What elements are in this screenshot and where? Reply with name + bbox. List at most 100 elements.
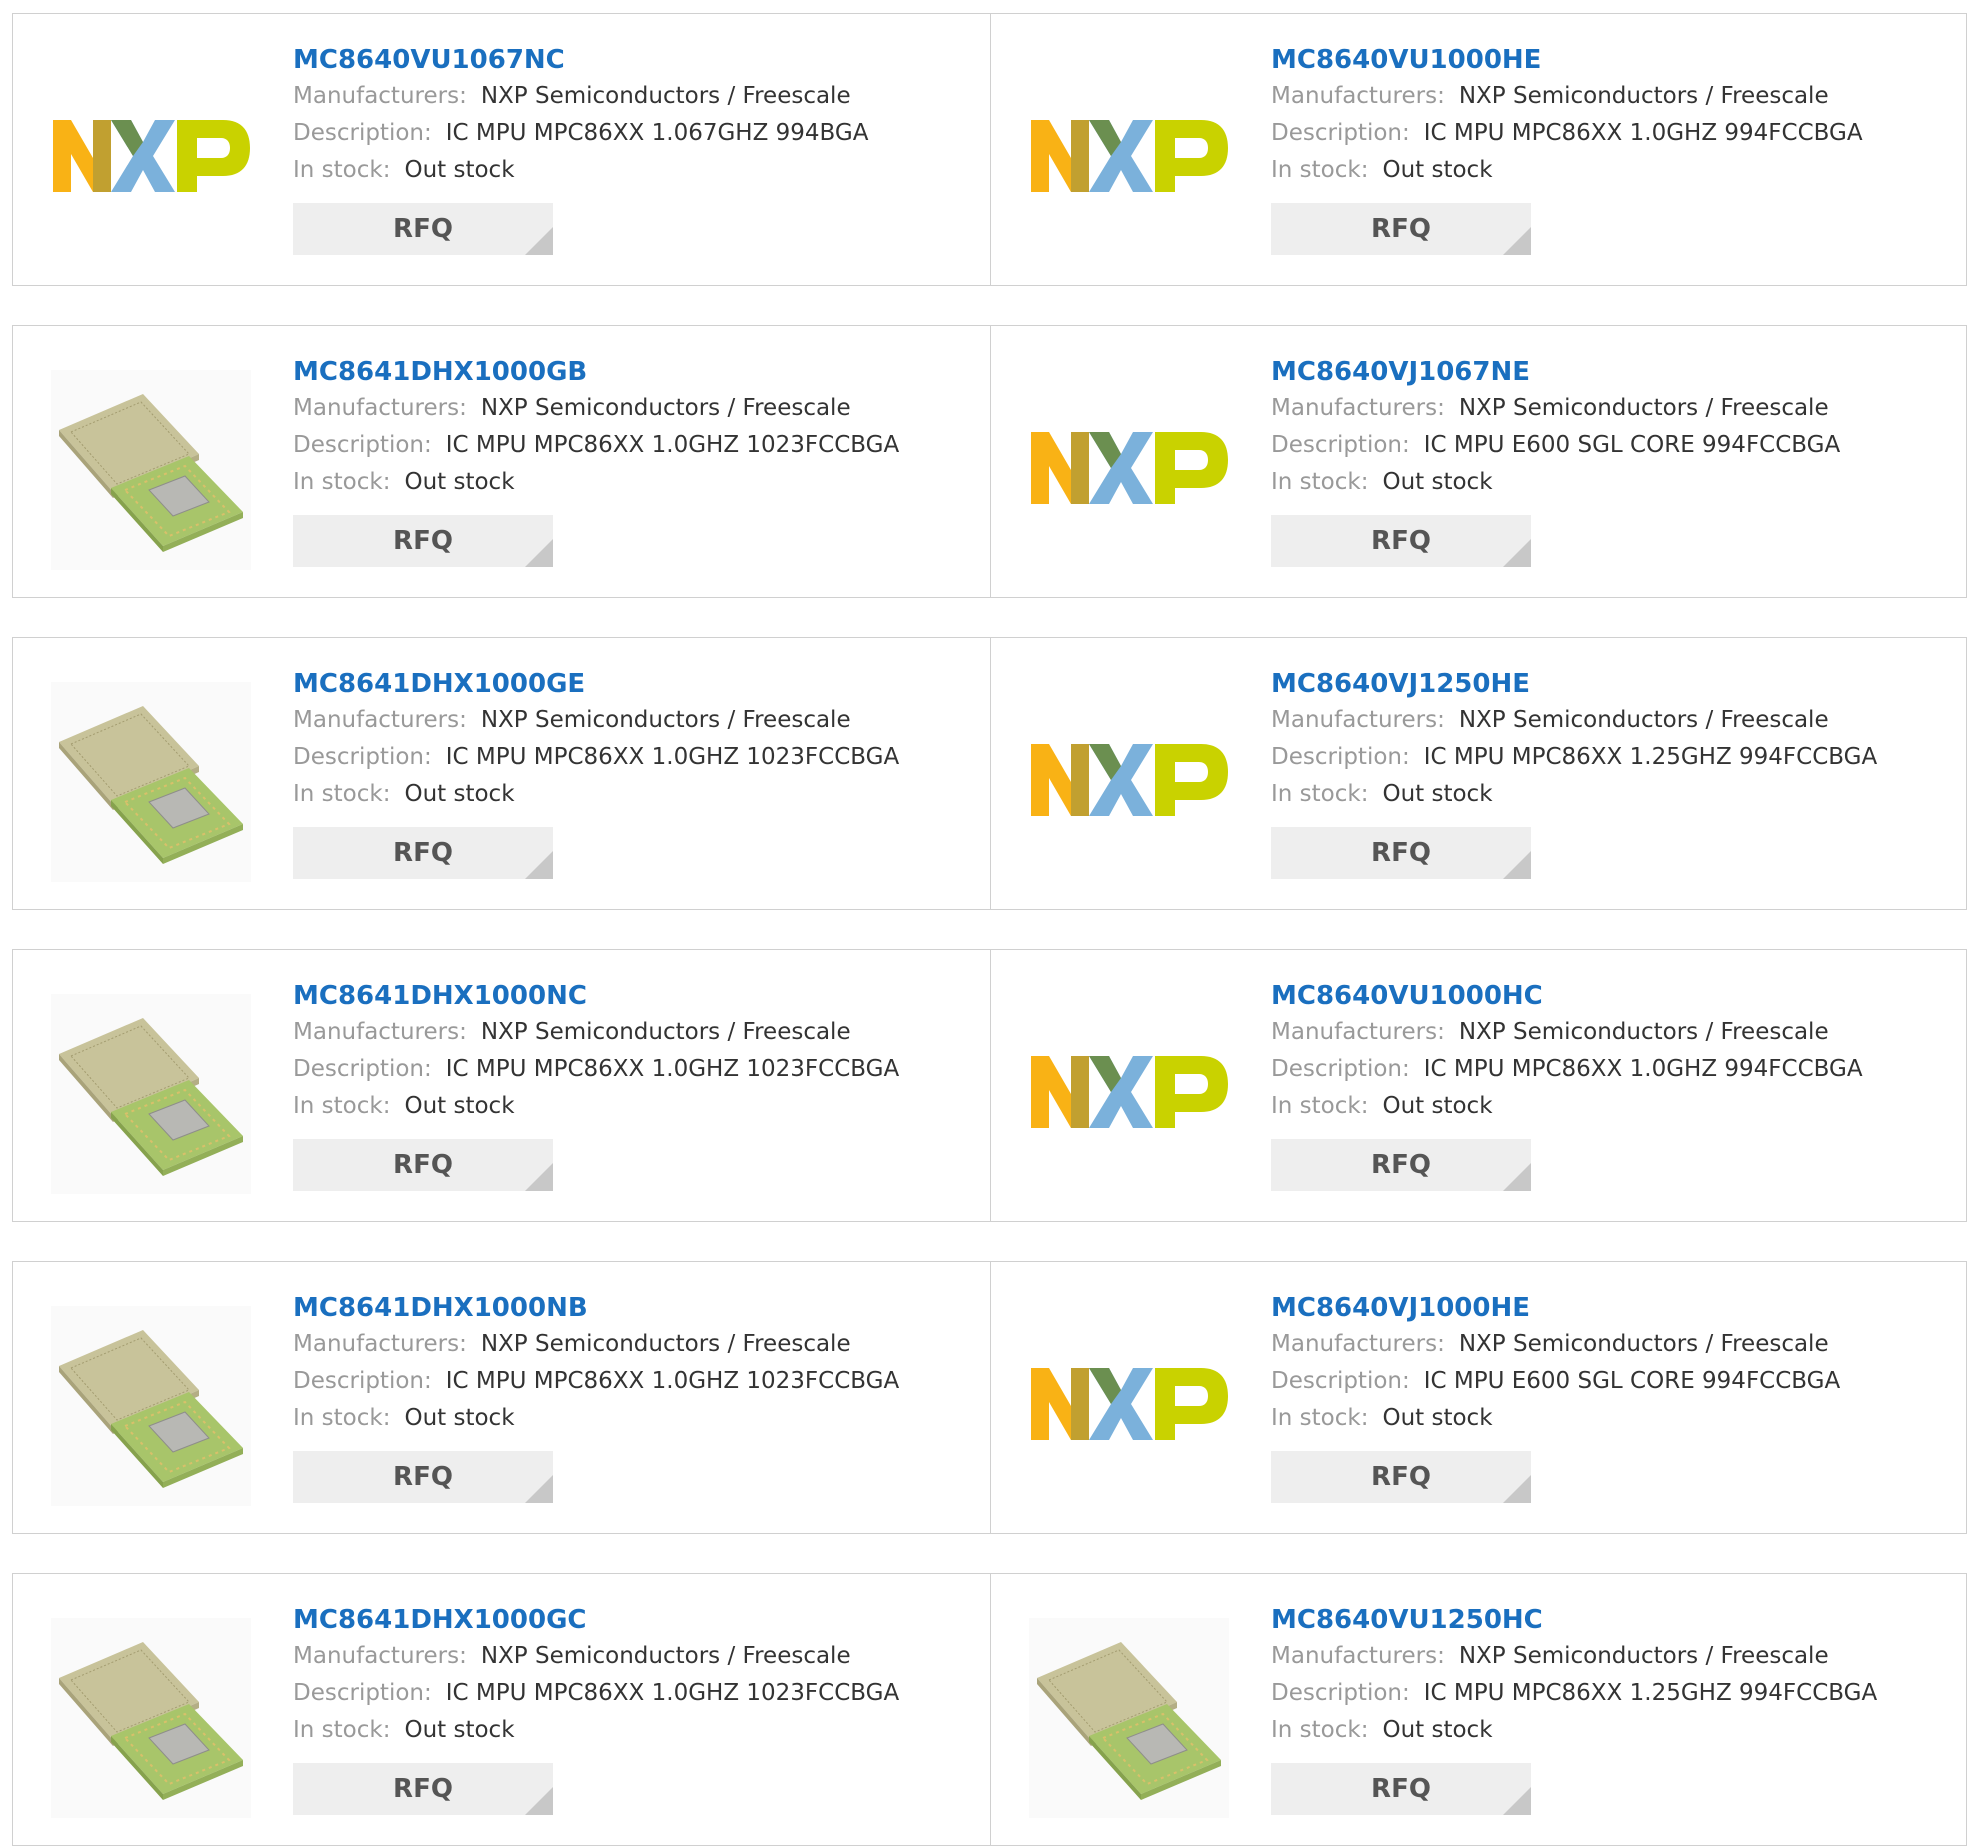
description-value: IC MPU MPC86XX 1.0GHZ 1023FCCBGA <box>445 1056 900 1082</box>
product-info: MC8640VJ1000HE Manufacturers: NXP Semicon… <box>1271 1290 1840 1503</box>
product-card: MC8640VJ1250HE Manufacturers: NXP Semicon… <box>990 638 1966 909</box>
product-info: MC8640VJ1250HE Manufacturers: NXP Semicon… <box>1271 666 1877 879</box>
product-part-link[interactable]: MC8641DHX1000NC <box>293 978 899 1014</box>
product-card: MC8641DHX1000GE Manufacturers: NXP Semico… <box>13 638 990 909</box>
rfq-corner-decoration <box>1503 1475 1531 1503</box>
rfq-corner-decoration <box>525 1475 553 1503</box>
rfq-corner-decoration <box>1503 227 1531 255</box>
stock-value: Out stock <box>1382 1093 1493 1119</box>
product-part-link[interactable]: MC8641DHX1000NB <box>293 1290 899 1326</box>
manufacturer-value: NXP Semiconductors / Freescale <box>1458 395 1829 421</box>
product-info: MC8641DHX1000GE Manufacturers: NXP Semico… <box>293 666 899 879</box>
rfq-button[interactable]: RFQ <box>293 1763 553 1815</box>
rfq-label: RFQ <box>1371 1774 1431 1804</box>
description-line: Description: IC MPU MPC86XX 1.067GHZ 994B… <box>293 115 869 152</box>
rfq-button[interactable]: RFQ <box>293 203 553 255</box>
stock-line: In stock: Out stock <box>1271 776 1877 813</box>
description-value: IC MPU MPC86XX 1.25GHZ 994FCCBGA <box>1423 744 1878 770</box>
stock-line: In stock: Out stock <box>1271 1712 1877 1749</box>
rfq-corner-decoration <box>1503 539 1531 567</box>
stock-line: In stock: Out stock <box>1271 1088 1863 1125</box>
description-line: Description: IC MPU MPC86XX 1.0GHZ 1023FC… <box>293 739 899 776</box>
rfq-button[interactable]: RFQ <box>293 1451 553 1503</box>
manufacturer-value: NXP Semiconductors / Freescale <box>1458 1643 1829 1669</box>
description-label: Description: <box>1271 1368 1410 1394</box>
product-part-link[interactable]: MC8640VU1000HE <box>1271 42 1863 78</box>
product-row: MC8641DHX1000GB Manufacturers: NXP Semico… <box>12 325 1967 598</box>
description-line: Description: IC MPU MPC86XX 1.0GHZ 1023FC… <box>293 1675 899 1712</box>
manufacturer-line: Manufacturers: NXP Semiconductors / Frees… <box>1271 1014 1863 1051</box>
manufacturer-line: Manufacturers: NXP Semiconductors / Frees… <box>293 78 869 115</box>
bga-chip-image <box>51 994 251 1194</box>
product-part-link[interactable]: MC8641DHX1000GE <box>293 666 899 702</box>
bga-chip-image <box>51 1618 251 1818</box>
product-part-link[interactable]: MC8640VJ1250HE <box>1271 666 1877 702</box>
product-part-link[interactable]: MC8640VJ1000HE <box>1271 1290 1840 1326</box>
bga-chip-image <box>51 370 251 570</box>
stock-label: In stock: <box>293 469 391 495</box>
nxp-logo <box>1031 120 1228 192</box>
manufacturer-value: NXP Semiconductors / Freescale <box>480 1019 851 1045</box>
manufacturer-value: NXP Semiconductors / Freescale <box>1458 83 1829 109</box>
product-info: MC8640VU1250HC Manufacturers: NXP Semicon… <box>1271 1602 1877 1815</box>
manufacturer-label: Manufacturers: <box>1271 1019 1445 1045</box>
manufacturer-line: Manufacturers: NXP Semiconductors / Frees… <box>293 1014 899 1051</box>
rfq-corner-decoration <box>1503 851 1531 879</box>
description-line: Description: IC MPU E600 SGL CORE 994FCCB… <box>1271 427 1840 464</box>
product-part-link[interactable]: MC8641DHX1000GC <box>293 1602 899 1638</box>
manufacturer-line: Manufacturers: NXP Semiconductors / Frees… <box>293 390 899 427</box>
rfq-button[interactable]: RFQ <box>1271 515 1531 567</box>
rfq-button[interactable]: RFQ <box>1271 1139 1531 1191</box>
stock-label: In stock: <box>293 157 391 183</box>
product-info: MC8640VU1067NC Manufacturers: NXP Semicon… <box>293 42 869 255</box>
description-value: IC MPU MPC86XX 1.25GHZ 994FCCBGA <box>1423 1680 1878 1706</box>
stock-line: In stock: Out stock <box>293 152 869 189</box>
description-label: Description: <box>293 744 432 770</box>
description-line: Description: IC MPU MPC86XX 1.0GHZ 1023FC… <box>293 1051 899 1088</box>
product-info: MC8640VJ1067NE Manufacturers: NXP Semicon… <box>1271 354 1840 567</box>
product-part-link[interactable]: MC8640VJ1067NE <box>1271 354 1840 390</box>
stock-label: In stock: <box>1271 781 1369 807</box>
description-value: IC MPU MPC86XX 1.0GHZ 994FCCBGA <box>1423 120 1863 146</box>
manufacturer-line: Manufacturers: NXP Semiconductors / Frees… <box>293 1326 899 1363</box>
rfq-corner-decoration <box>525 539 553 567</box>
manufacturer-label: Manufacturers: <box>293 707 467 733</box>
product-part-link[interactable]: MC8640VU1250HC <box>1271 1602 1877 1638</box>
manufacturer-label: Manufacturers: <box>1271 1643 1445 1669</box>
rfq-button[interactable]: RFQ <box>293 1139 553 1191</box>
manufacturer-label: Manufacturers: <box>293 395 467 421</box>
stock-value: Out stock <box>404 469 515 495</box>
manufacturer-label: Manufacturers: <box>293 83 467 109</box>
product-card: MC8640VU1250HC Manufacturers: NXP Semicon… <box>990 1574 1966 1845</box>
rfq-label: RFQ <box>393 1462 453 1492</box>
description-line: Description: IC MPU MPC86XX 1.0GHZ 994FCC… <box>1271 1051 1863 1088</box>
description-value: IC MPU E600 SGL CORE 994FCCBGA <box>1423 1368 1841 1394</box>
description-value: IC MPU E600 SGL CORE 994FCCBGA <box>1423 432 1841 458</box>
rfq-corner-decoration <box>525 851 553 879</box>
product-info: MC8641DHX1000NC Manufacturers: NXP Semico… <box>293 978 899 1191</box>
manufacturer-label: Manufacturers: <box>1271 707 1445 733</box>
rfq-corner-decoration <box>525 227 553 255</box>
stock-value: Out stock <box>404 157 515 183</box>
product-part-link[interactable]: MC8640VU1000HC <box>1271 978 1863 1014</box>
product-part-link[interactable]: MC8640VU1067NC <box>293 42 869 78</box>
stock-label: In stock: <box>293 1093 391 1119</box>
rfq-button[interactable]: RFQ <box>1271 827 1531 879</box>
product-card: MC8641DHX1000NB Manufacturers: NXP Semico… <box>13 1262 990 1533</box>
rfq-button[interactable]: RFQ <box>293 515 553 567</box>
rfq-button[interactable]: RFQ <box>1271 1451 1531 1503</box>
rfq-button[interactable]: RFQ <box>1271 1763 1531 1815</box>
rfq-button[interactable]: RFQ <box>1271 203 1531 255</box>
stock-value: Out stock <box>404 781 515 807</box>
stock-label: In stock: <box>1271 1717 1369 1743</box>
product-grid: MC8640VU1067NC Manufacturers: NXP Semicon… <box>12 13 1967 1846</box>
stock-label: In stock: <box>1271 1093 1369 1119</box>
product-part-link[interactable]: MC8641DHX1000GB <box>293 354 899 390</box>
rfq-button[interactable]: RFQ <box>293 827 553 879</box>
stock-label: In stock: <box>1271 469 1369 495</box>
stock-value: Out stock <box>1382 1405 1493 1431</box>
product-card: MC8640VJ1000HE Manufacturers: NXP Semicon… <box>990 1262 1966 1533</box>
description-label: Description: <box>293 432 432 458</box>
nxp-logo <box>1031 1368 1228 1440</box>
stock-line: In stock: Out stock <box>293 464 899 501</box>
